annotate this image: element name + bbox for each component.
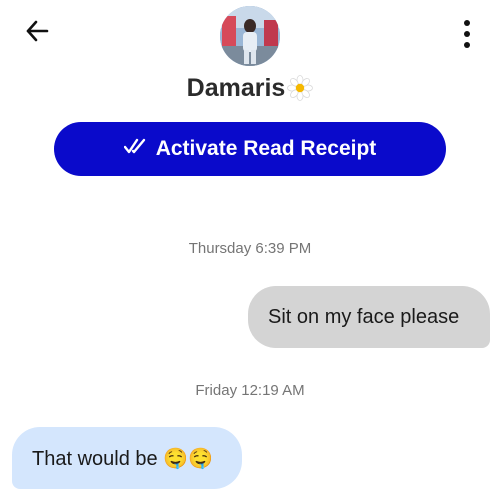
more-vertical-icon: [464, 20, 470, 26]
read-receipt-label: Activate Read Receipt: [155, 137, 377, 160]
more-vertical-icon-dot: [464, 31, 470, 37]
daisy-icon: [287, 75, 314, 101]
contact-name-row: Damaris: [0, 70, 500, 106]
more-options-button[interactable]: [452, 14, 482, 54]
back-button[interactable]: [22, 18, 52, 48]
double-check-icon: [123, 137, 156, 161]
avatar[interactable]: [220, 6, 280, 66]
contact-name: Damaris: [186, 73, 286, 102]
message-timestamp: Thursday 6:39 PM: [188, 240, 312, 257]
message-text: That would be 🤤🤤: [32, 447, 213, 470]
profile-photo: [220, 6, 280, 66]
incoming-message-bubble[interactable]: That would be 🤤🤤: [12, 427, 242, 489]
arrow-left-icon: [24, 18, 50, 49]
message-text: Sit on my face please: [268, 305, 460, 328]
outgoing-message-bubble[interactable]: Sit on my face please: [248, 286, 490, 348]
activate-read-receipt-button[interactable]: Activate Read Receipt: [54, 122, 446, 176]
message-timestamp: Friday 12:19 AM: [195, 382, 305, 399]
more-vertical-icon-dot: [464, 42, 470, 48]
